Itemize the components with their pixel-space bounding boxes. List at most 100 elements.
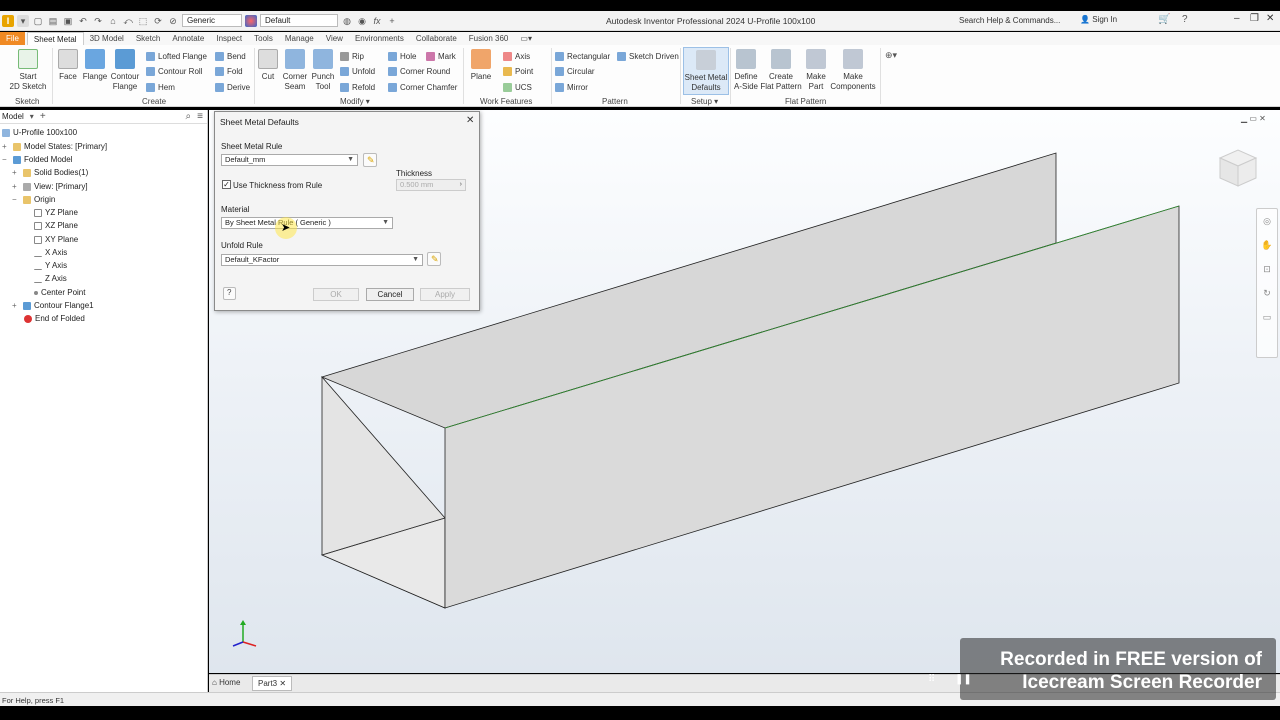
group-setup-label[interactable]: Setup ▾ (691, 97, 718, 106)
derive-button[interactable]: Derive (215, 81, 250, 93)
help-icon[interactable]: ? (1182, 14, 1188, 25)
tree-root[interactable]: U-Profile 100x100 (2, 128, 77, 137)
tab-sketch[interactable]: Sketch (130, 32, 166, 45)
sheet-metal-rule-select[interactable]: Default_mm ▼ (221, 154, 358, 166)
select-icon[interactable]: ⬚ (137, 15, 149, 27)
open-icon[interactable]: ▤ (47, 15, 59, 27)
point-button[interactable]: Point (503, 65, 533, 77)
chevron-down-icon[interactable]: ▾ (30, 112, 34, 121)
sign-in-link[interactable]: 👤 Sign In (1080, 15, 1117, 24)
color-icon[interactable]: ◍ (341, 15, 353, 27)
mark-button[interactable]: Mark (426, 50, 456, 62)
update-icon[interactable]: ⟳ (152, 15, 164, 27)
flange-button[interactable]: Flange (82, 49, 108, 82)
hole-button[interactable]: Hole (388, 50, 416, 62)
look-at-icon[interactable]: ▭ (1257, 305, 1277, 329)
refold-button[interactable]: Refold (340, 81, 375, 93)
face-button[interactable]: Face (56, 49, 80, 82)
help-button[interactable]: ? (223, 287, 236, 300)
tree-item-xy-plane[interactable]: XY Plane (34, 235, 78, 244)
ok-button[interactable]: OK (313, 288, 359, 301)
corner-chamfer-button[interactable]: Corner Chamfer (388, 81, 457, 93)
expand-icon[interactable]: + (12, 168, 20, 177)
redo-icon[interactable]: ↷ (92, 15, 104, 27)
viewport-window-controls[interactable]: ▁ ▭ ✕ (1241, 114, 1266, 123)
apply-button[interactable]: Apply (420, 288, 470, 301)
tree-item-end-of-folded[interactable]: End of Folded (24, 314, 85, 323)
undo-icon[interactable]: ↶ (77, 15, 89, 27)
tree-item-origin[interactable]: − Origin (12, 195, 55, 204)
edit-rule-button[interactable]: ✎ (363, 153, 377, 167)
define-a-side-button[interactable]: Define A-Side (733, 49, 759, 92)
collapse-icon[interactable]: − (2, 155, 10, 164)
tree-item-x-axis[interactable]: X Axis (34, 248, 67, 257)
rip-button[interactable]: Rip (340, 50, 364, 62)
tab-inspect[interactable]: Inspect (210, 32, 248, 45)
add-panel-icon[interactable]: ⊕▾ (885, 50, 897, 61)
menu-icon[interactable]: ▾ (17, 14, 29, 27)
browser-tab-model[interactable]: Model (2, 112, 24, 121)
drag-handle-icon[interactable]: ⠿ (928, 674, 935, 685)
make-part-button[interactable]: Make Part (804, 49, 828, 92)
expand-icon[interactable]: + (12, 182, 20, 191)
circular-pattern-button[interactable]: Circular (555, 65, 595, 77)
fx-icon[interactable]: fx (371, 15, 383, 27)
tree-item-yz-plane[interactable]: YZ Plane (34, 208, 78, 217)
unfold-button[interactable]: Unfold (340, 65, 375, 77)
tree-item-center-point[interactable]: Center Point (34, 288, 85, 297)
appearance-icon[interactable]: ◉ (356, 15, 368, 27)
ribbon-options-icon[interactable]: ▭▾ (514, 32, 538, 45)
corner-round-button[interactable]: Corner Round (388, 65, 450, 77)
start-2d-sketch-button[interactable]: Start 2D Sketch (8, 49, 48, 92)
axis-button[interactable]: Axis (503, 50, 530, 62)
tab-3d-model[interactable]: 3D Model (84, 32, 130, 45)
hem-button[interactable]: Hem (146, 81, 175, 93)
tab-home[interactable]: ⌂ Home (212, 678, 240, 687)
tree-item-folded-model[interactable]: − Folded Model (2, 155, 72, 164)
measure-icon[interactable]: ⊘ (167, 15, 179, 27)
group-modify-label[interactable]: Modify ▾ (340, 97, 370, 106)
lofted-flange-button[interactable]: Lofted Flange (146, 50, 207, 62)
orbit-icon[interactable]: ↻ (1257, 281, 1277, 305)
plus-icon[interactable]: + (386, 15, 398, 27)
minimize-icon[interactable]: – (1234, 13, 1240, 24)
create-flat-pattern-button[interactable]: Create Flat Pattern (760, 49, 802, 92)
search-icon[interactable]: ⌕ (186, 111, 192, 122)
tab-collaborate[interactable]: Collaborate (410, 32, 463, 45)
punch-tool-button[interactable]: Punch Tool (309, 49, 337, 92)
close-icon[interactable]: ✕ (1266, 13, 1274, 24)
tab-tools[interactable]: Tools (248, 32, 279, 45)
tree-item-z-axis[interactable]: Z Axis (34, 274, 67, 283)
zoom-icon[interactable]: ⊡ (1257, 257, 1277, 281)
edit-unfold-rule-button[interactable]: ✎ (427, 252, 441, 266)
save-icon[interactable]: ▣ (62, 15, 74, 27)
viewcube[interactable] (1214, 146, 1262, 192)
sketch-driven-pattern-button[interactable]: Sketch Driven (617, 50, 679, 62)
pan-icon[interactable]: ✋ (1257, 233, 1277, 257)
expand-icon[interactable]: + (12, 301, 20, 310)
tab-manage[interactable]: Manage (279, 32, 320, 45)
appearance-select[interactable]: Generic (182, 14, 242, 27)
expand-icon[interactable]: + (2, 142, 10, 151)
menu-icon[interactable]: ≡ (197, 111, 203, 122)
corner-seam-button[interactable]: Corner Seam (281, 49, 309, 92)
use-thickness-checkbox[interactable]: ✓ (222, 180, 231, 189)
sheet-metal-defaults-button[interactable]: Sheet Metal Defaults (683, 47, 729, 95)
thickness-input[interactable]: 0.500 mm › (396, 179, 466, 191)
add-tab-icon[interactable]: + (40, 111, 46, 122)
cut-button[interactable]: Cut (257, 49, 279, 82)
tab-file[interactable]: File (0, 32, 25, 45)
pause-icon[interactable]: ❚❚ (955, 674, 972, 685)
rectangular-pattern-button[interactable]: Rectangular (555, 50, 610, 62)
material-select[interactable]: By Sheet Metal Rule ( Generic )▼ (221, 217, 393, 229)
bend-button[interactable]: Bend (215, 50, 246, 62)
collapse-icon[interactable]: − (12, 195, 20, 204)
steering-wheel-icon[interactable]: ◎ (1257, 209, 1277, 233)
tree-item-xz-plane[interactable]: XZ Plane (34, 221, 78, 230)
tree-item-y-axis[interactable]: Y Axis (34, 261, 67, 270)
mirror-button[interactable]: Mirror (555, 81, 588, 93)
tab-environments[interactable]: Environments (349, 32, 410, 45)
return-icon[interactable]: ⤺ (122, 15, 134, 27)
make-components-button[interactable]: Make Components (830, 49, 876, 92)
cancel-button[interactable]: Cancel (366, 288, 414, 301)
